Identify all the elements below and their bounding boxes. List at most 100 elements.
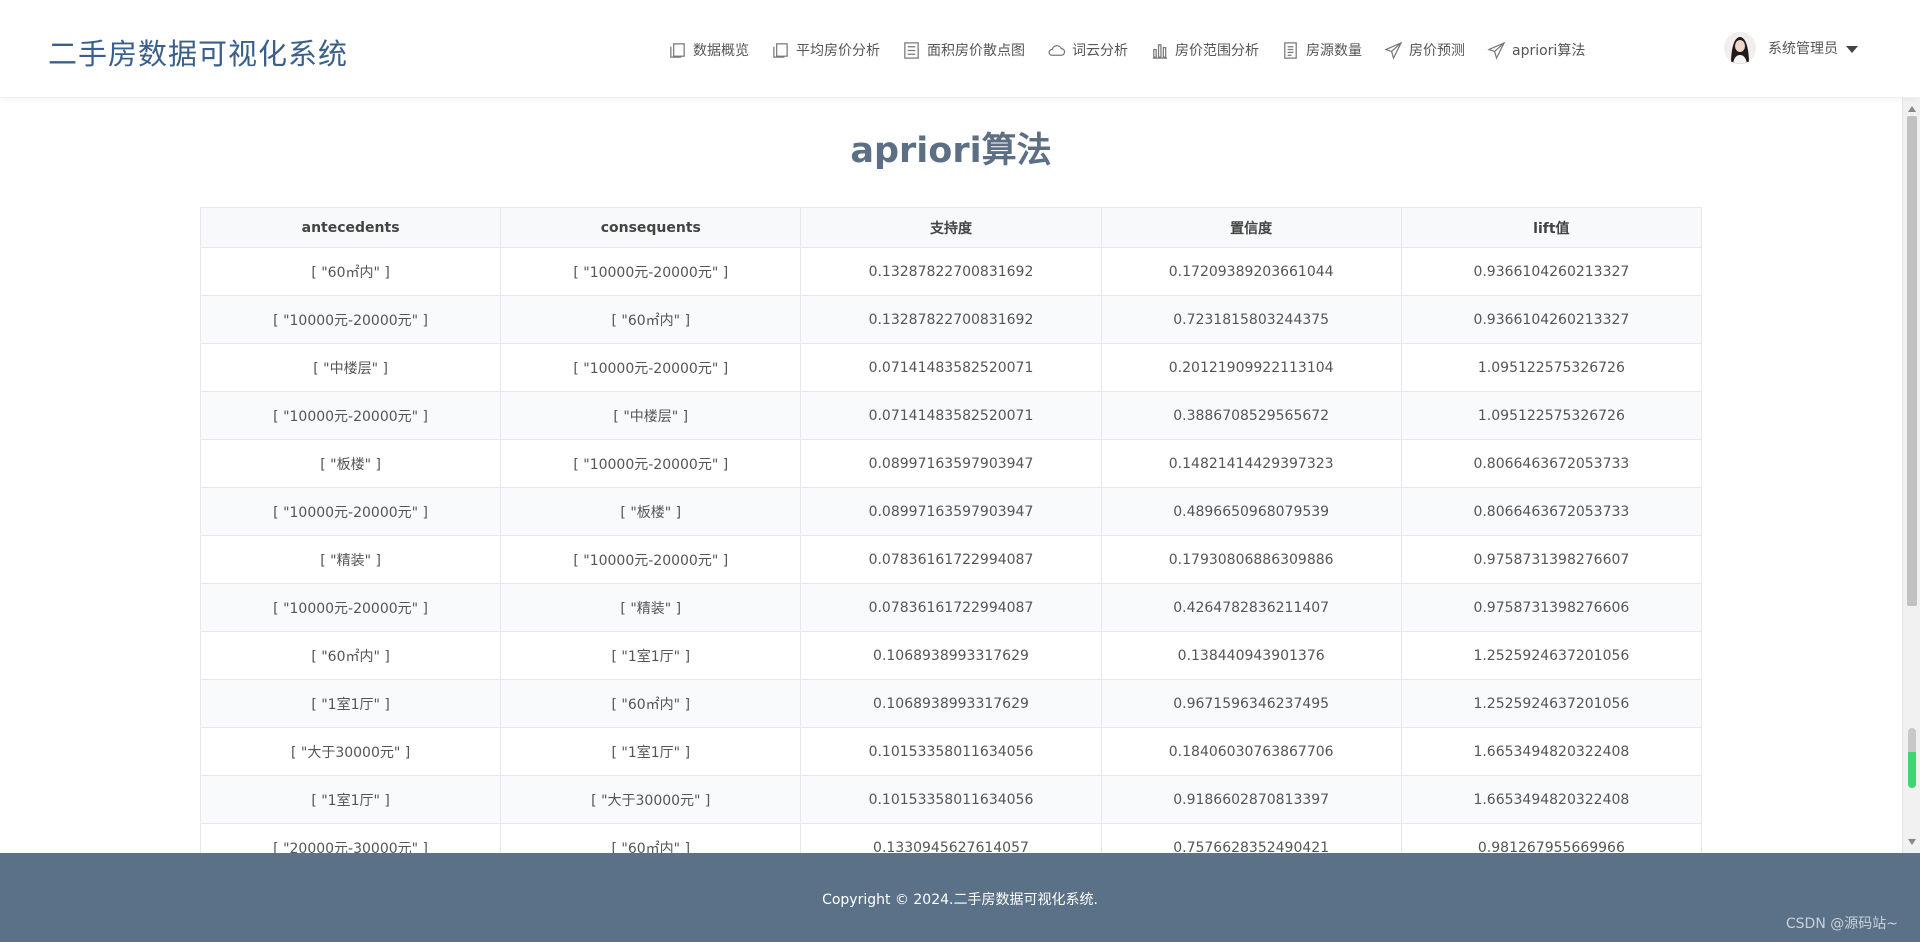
cell-antecedents: [ "60㎡内" ]: [199, 631, 502, 680]
brand-title[interactable]: 二手房数据可视化系统: [48, 31, 348, 73]
scroll-up-arrow-icon[interactable]: [1908, 106, 1916, 112]
cell-confidence: 0.4896650968079539: [1100, 487, 1402, 536]
send-icon: [1487, 41, 1506, 60]
cell-support: 0.08997163597903947: [800, 439, 1102, 488]
main-content: apriori算法 antecedents consequents 支持度 置信…: [0, 98, 1902, 853]
table-row: [ "中楼层" ][ "10000元-20000元" ] 0.0714148358…: [199, 343, 1703, 392]
cell-antecedents: [ "精装" ]: [199, 535, 502, 584]
cell-support: 0.08997163597903947: [800, 487, 1102, 536]
cell-consequents: [ "60㎡内" ]: [500, 679, 802, 728]
table-row: [ "10000元-20000元" ][ "60㎡内" ] 0.132878227…: [199, 295, 1703, 344]
user-menu[interactable]: 系统管理员: [1724, 32, 1858, 64]
list-icon: [904, 41, 919, 59]
cell-lift: 1.095122575326726: [1400, 343, 1703, 392]
cell-support: 0.10153358011634056: [800, 775, 1102, 824]
nav-label: 面积房价散点图: [927, 43, 1025, 59]
cell-support: 0.13287822700831692: [800, 247, 1102, 296]
cell-antecedents: [ "大于30000元" ]: [199, 727, 502, 776]
cell-lift: 1.095122575326726: [1400, 391, 1703, 440]
nav-item-average-price[interactable]: 平均房价分析: [771, 40, 880, 60]
side-scroll-indicator[interactable]: [1908, 728, 1916, 788]
nav-item-apriori[interactable]: apriori算法: [1487, 40, 1585, 60]
cell-antecedents: [ "1室1厅" ]: [199, 775, 502, 824]
table-body: [ "60㎡内" ][ "10000元-20000元" ] 0.132878227…: [199, 247, 1703, 853]
scroll-thumb[interactable]: [1907, 116, 1917, 606]
cell-confidence: 0.7231815803244375: [1100, 295, 1402, 344]
main-nav: 数据概览 平均房价分析 面积房价散点图 词云分析 房价范围分析 房源数量 房价预…: [668, 38, 1607, 62]
nav-item-area-price-scatter[interactable]: 面积房价散点图: [902, 40, 1025, 60]
nav-item-price-range[interactable]: 房价范围分析: [1150, 40, 1259, 60]
nav-label: 数据概览: [693, 43, 749, 59]
column-header-support: 支持度: [800, 207, 1102, 248]
cell-antecedents: [ "60㎡内" ]: [199, 247, 502, 296]
cell-antecedents: [ "1室1厅" ]: [199, 679, 502, 728]
cell-consequents: [ "大于30000元" ]: [500, 775, 802, 824]
cell-consequents: [ "精装" ]: [500, 583, 802, 632]
nav-item-word-cloud[interactable]: 词云分析: [1047, 40, 1128, 60]
user-avatar-icon: [1724, 32, 1756, 64]
cell-support: 0.07141483582520071: [800, 343, 1102, 392]
cell-antecedents: [ "10000元-20000元" ]: [199, 295, 502, 344]
watermark-text: CSDN @源码站~: [1785, 916, 1898, 932]
nav-item-listing-count[interactable]: 房源数量: [1281, 40, 1362, 60]
cell-lift: 0.9366104260213327: [1400, 247, 1703, 296]
cell-confidence: 0.17209389203661044: [1100, 247, 1402, 296]
table-row: [ "10000元-20000元" ][ "中楼层" ] 0.0714148358…: [199, 391, 1703, 440]
nav-item-price-prediction[interactable]: 房价预测: [1384, 40, 1465, 60]
table-row: [ "1室1厅" ][ "60㎡内" ] 0.1068938993317629 0.…: [199, 679, 1703, 728]
cell-confidence: 0.17930806886309886: [1100, 535, 1402, 584]
column-header-lift: lift值: [1400, 207, 1703, 248]
cell-confidence: 0.9186602870813397: [1100, 775, 1402, 824]
table-row: [ "10000元-20000元" ][ "精装" ] 0.07836161722…: [199, 583, 1703, 632]
cell-consequents: [ "10000元-20000元" ]: [500, 439, 802, 488]
cell-consequents: [ "中楼层" ]: [500, 391, 802, 440]
cell-confidence: 0.20121909922113104: [1100, 343, 1402, 392]
apriori-table-container: antecedents consequents 支持度 置信度 lift值 [ …: [199, 207, 1703, 853]
cell-support: 0.13287822700831692: [800, 295, 1102, 344]
avatar[interactable]: [1724, 32, 1756, 64]
column-header-antecedents: antecedents: [199, 207, 502, 248]
cell-support: 0.07141483582520071: [800, 391, 1102, 440]
cell-confidence: 0.7576628352490421: [1100, 823, 1402, 853]
cell-support: 0.1068938993317629: [800, 679, 1102, 728]
nav-item-data-overview[interactable]: 数据概览: [668, 40, 749, 60]
cell-consequents: [ "10000元-20000元" ]: [500, 343, 802, 392]
nav-label: 词云分析: [1072, 43, 1128, 59]
copy-icon: [670, 42, 685, 58]
cell-lift: 0.9758731398276606: [1400, 583, 1703, 632]
user-name: 系统管理员: [1768, 41, 1838, 57]
nav-label: apriori算法: [1512, 43, 1586, 59]
table-row: [ "板楼" ][ "10000元-20000元" ] 0.08997163597…: [199, 439, 1703, 488]
cell-lift: 1.2525924637201056: [1400, 679, 1703, 728]
cell-support: 0.10153358011634056: [800, 727, 1102, 776]
footer: Copyright © 2024.二手房数据可视化系统. CSDN @源码站~: [0, 853, 1920, 942]
table-row: [ "60㎡内" ][ "1室1厅" ] 0.1068938993317629 0.…: [199, 631, 1703, 680]
cell-lift: 0.9758731398276607: [1400, 535, 1703, 584]
chevron-down-icon[interactable]: [1846, 45, 1858, 53]
table-row: [ "精装" ][ "10000元-20000元" ] 0.07836161722…: [199, 535, 1703, 584]
cell-antecedents: [ "10000元-20000元" ]: [199, 391, 502, 440]
apriori-table: antecedents consequents 支持度 置信度 lift值 [ …: [199, 207, 1703, 853]
table-header-row: antecedents consequents 支持度 置信度 lift值: [199, 207, 1703, 248]
cell-confidence: 0.3886708529565672: [1100, 391, 1402, 440]
cell-consequents: [ "1室1厅" ]: [500, 631, 802, 680]
nav-label: 房源数量: [1306, 43, 1362, 59]
scroll-down-arrow-icon[interactable]: [1908, 839, 1916, 845]
top-header: 二手房数据可视化系统 数据概览 平均房价分析 面积房价散点图 词云分析 房价范围…: [0, 0, 1920, 98]
copyright-text: Copyright © 2024.二手房数据可视化系统.: [822, 892, 1098, 908]
cell-antecedents: [ "10000元-20000元" ]: [199, 583, 502, 632]
cell-confidence: 0.4264782836211407: [1100, 583, 1402, 632]
cell-consequents: [ "10000元-20000元" ]: [500, 535, 802, 584]
table-row: [ "大于30000元" ][ "1室1厅" ] 0.10153358011634…: [199, 727, 1703, 776]
cell-antecedents: [ "20000元-30000元" ]: [199, 823, 502, 853]
copy-icon: [773, 42, 788, 58]
table-row: [ "60㎡内" ][ "10000元-20000元" ] 0.132878227…: [199, 247, 1703, 296]
table-row: [ "20000元-30000元" ][ "60㎡内" ] 0.133094562…: [199, 823, 1703, 853]
cell-lift: 0.8066463672053733: [1400, 439, 1703, 488]
document-icon: [1284, 41, 1297, 59]
send-icon: [1384, 41, 1403, 60]
cell-lift: 1.2525924637201056: [1400, 631, 1703, 680]
table-row: [ "1室1厅" ][ "大于30000元" ] 0.10153358011634…: [199, 775, 1703, 824]
cell-lift: 0.8066463672053733: [1400, 487, 1703, 536]
page-title: apriori算法: [850, 131, 1052, 171]
